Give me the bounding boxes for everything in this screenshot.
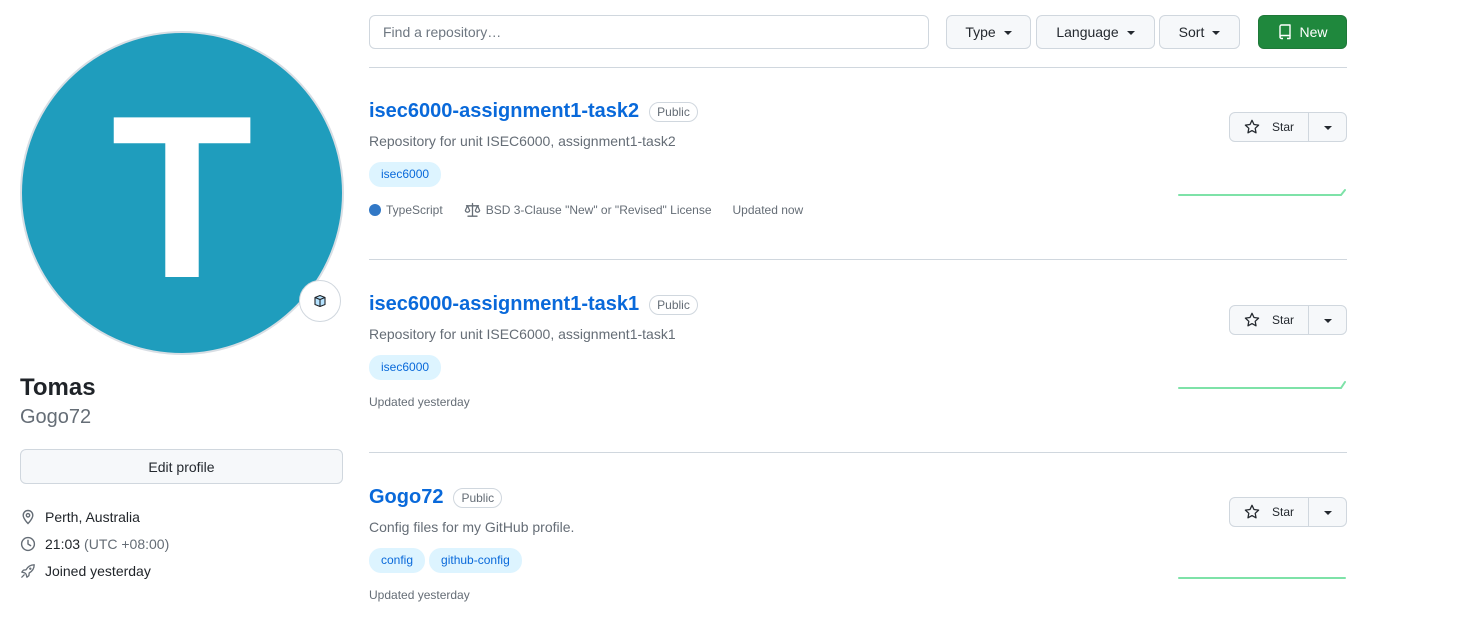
divider xyxy=(369,259,1347,260)
law-scale-icon xyxy=(464,202,481,217)
topic-tag[interactable]: config xyxy=(369,548,426,573)
language-filter-label: Language xyxy=(1056,24,1119,40)
repo-icon xyxy=(1279,24,1292,40)
star-list-dropdown[interactable] xyxy=(1309,498,1346,526)
sparkline-line xyxy=(1178,381,1346,389)
topic-tag[interactable]: isec6000 xyxy=(369,162,442,187)
local-time-text: 21:03 xyxy=(45,536,81,552)
star-button-group: Star xyxy=(1229,112,1347,142)
profile-location: Perth, Australia xyxy=(20,509,140,525)
profile-name: Tomas xyxy=(20,374,96,401)
repo-name-link[interactable]: isec6000-assignment1-task1 xyxy=(369,293,639,316)
repo-license[interactable]: BSD 3-Clause "New" or "Revised" License xyxy=(464,202,712,218)
repo-language: TypeScript xyxy=(369,203,443,217)
sort-filter-button[interactable]: Sort xyxy=(1159,15,1240,49)
activity-sparkline xyxy=(1178,577,1346,579)
star-button-group: Star xyxy=(1229,305,1347,335)
edit-profile-button[interactable]: Edit profile xyxy=(20,449,343,484)
chevron-down-icon xyxy=(1126,31,1135,35)
repo-name-link[interactable]: isec6000-assignment1-task2 xyxy=(369,100,639,123)
profile-joined: Joined yesterday xyxy=(20,563,151,579)
new-button-label: New xyxy=(1299,24,1328,40)
type-filter-label: Type xyxy=(965,24,996,40)
repo-description: Repository for unit ISEC6000, assignment… xyxy=(369,133,676,149)
star-list-dropdown[interactable] xyxy=(1309,306,1346,334)
smiley-status-icon xyxy=(314,294,326,308)
chevron-down-icon xyxy=(1323,319,1332,323)
repo-description: Config files for my GitHub profile. xyxy=(369,519,575,535)
visibility-badge: Public xyxy=(453,487,503,508)
chevron-down-icon xyxy=(1323,126,1332,130)
repo-description: Repository for unit ISEC6000, assignment… xyxy=(369,326,676,342)
license-label: BSD 3-Clause "New" or "Revised" License xyxy=(485,203,712,217)
topic-tag[interactable]: github-config xyxy=(429,548,522,573)
profile-avatar-container: T xyxy=(20,31,344,355)
updated-time: Updated yesterday xyxy=(369,395,470,409)
joined-text: Joined yesterday xyxy=(45,563,151,579)
set-status-button[interactable] xyxy=(299,280,341,322)
topic-tag[interactable]: isec6000 xyxy=(369,355,442,380)
repo-list-item: isec6000-assignment1-task1 Public Reposi… xyxy=(369,293,1347,409)
star-button-group: Star xyxy=(1229,497,1347,527)
sparkline-line xyxy=(1178,189,1346,196)
language-filter-button[interactable]: Language xyxy=(1036,15,1155,49)
repo-name-link[interactable]: Gogo72 xyxy=(369,486,443,509)
profile-username: Gogo72 xyxy=(20,406,92,428)
visibility-badge: Public xyxy=(649,101,698,122)
repo-list-item: isec6000-assignment1-task2 Public Reposi… xyxy=(369,100,1347,218)
location-text: Perth, Australia xyxy=(45,509,140,525)
avatar[interactable]: T xyxy=(20,31,344,355)
avatar-letter: T xyxy=(111,68,253,327)
type-filter-button[interactable]: Type xyxy=(946,15,1031,49)
star-button[interactable]: Star xyxy=(1230,306,1309,334)
new-repository-button[interactable]: New xyxy=(1258,15,1347,49)
star-button[interactable]: Star xyxy=(1230,113,1309,141)
profile-local-time: 21:03 (UTC +08:00) xyxy=(20,536,169,552)
star-label: Star xyxy=(1272,313,1295,327)
star-list-dropdown[interactable] xyxy=(1309,113,1346,141)
star-icon xyxy=(1244,312,1260,327)
chevron-down-icon xyxy=(1323,511,1332,515)
star-label: Star xyxy=(1272,120,1295,134)
language-color-dot xyxy=(369,204,381,216)
star-button[interactable]: Star xyxy=(1230,498,1309,526)
timezone-text: (UTC +08:00) xyxy=(84,536,170,552)
chevron-down-icon xyxy=(1003,31,1012,35)
clock-icon xyxy=(20,536,36,552)
chevron-down-icon xyxy=(1212,31,1221,35)
language-label: TypeScript xyxy=(386,203,443,217)
activity-sparkline xyxy=(1178,189,1346,196)
rocket-icon xyxy=(21,564,35,578)
visibility-badge: Public xyxy=(649,294,698,315)
repo-list-item: Gogo72 Public Config files for my GitHub… xyxy=(369,486,1347,602)
activity-sparkline xyxy=(1178,381,1346,389)
divider xyxy=(369,67,1347,68)
star-label: Star xyxy=(1272,505,1295,519)
repository-search-input[interactable] xyxy=(369,15,929,49)
star-icon xyxy=(1244,504,1260,519)
updated-time: Updated yesterday xyxy=(369,588,470,602)
star-icon xyxy=(1244,119,1260,134)
sort-filter-label: Sort xyxy=(1178,24,1205,40)
location-pin-icon xyxy=(22,509,34,525)
updated-time: Updated now xyxy=(732,203,804,217)
divider xyxy=(369,452,1347,453)
